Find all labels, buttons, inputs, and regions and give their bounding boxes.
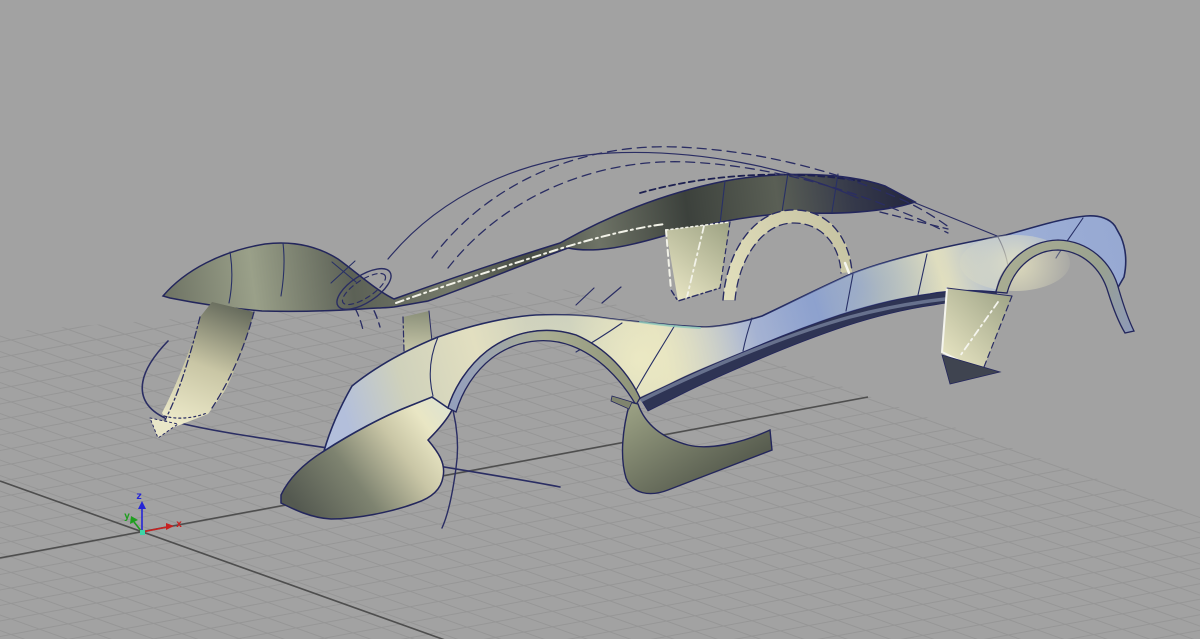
z-axis-label: z bbox=[136, 491, 142, 502]
origin-point bbox=[140, 530, 145, 535]
viewport[interactable]: z x y bbox=[0, 0, 1200, 639]
y-axis-label: y bbox=[124, 511, 130, 522]
x-axis-label: x bbox=[176, 519, 182, 530]
